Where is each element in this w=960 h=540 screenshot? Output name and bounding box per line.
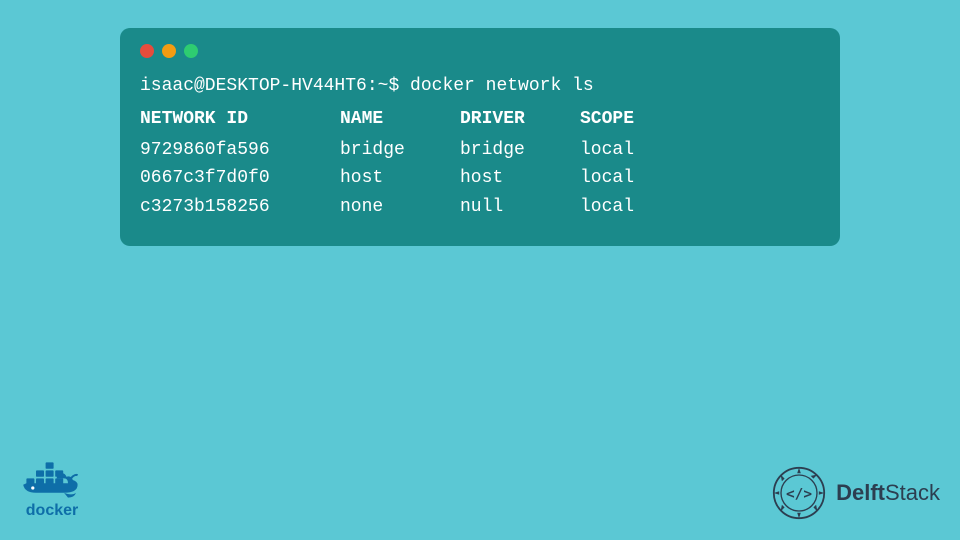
- row3-driver: null: [460, 193, 580, 222]
- row2-driver: host: [460, 164, 580, 193]
- terminal-window: isaac@DESKTOP-HV44HT6:~$ docker network …: [120, 28, 840, 246]
- delftstack-bold-text: DelftStack: [836, 480, 940, 505]
- command-line: isaac@DESKTOP-HV44HT6:~$ docker network …: [140, 72, 820, 101]
- docker-whale-icon: [20, 456, 84, 500]
- delftstack-text-block: DelftStack: [836, 480, 940, 506]
- svg-text:</>: </>: [786, 486, 812, 502]
- table-row-3: c3273b158256 none null local: [140, 193, 820, 222]
- minimize-dot: [162, 44, 176, 58]
- table-row-2: 0667c3f7d0f0 host host local: [140, 164, 820, 193]
- header-name: NAME: [340, 105, 460, 134]
- docker-branding: docker: [20, 456, 84, 520]
- title-bar: [140, 44, 820, 58]
- row2-name: host: [340, 164, 460, 193]
- delftstack-branding: </> DelftStack: [772, 466, 940, 520]
- table-header-row: NETWORK ID NAME DRIVER SCOPE: [140, 105, 820, 134]
- docker-label: docker: [26, 502, 78, 520]
- terminal-content: isaac@DESKTOP-HV44HT6:~$ docker network …: [140, 72, 820, 222]
- row3-name: none: [340, 193, 460, 222]
- close-dot: [140, 44, 154, 58]
- delftstack-emblem-icon: </>: [772, 466, 826, 520]
- header-driver: DRIVER: [460, 105, 580, 134]
- row3-id: c3273b158256: [140, 193, 340, 222]
- row2-scope: local: [580, 164, 634, 193]
- maximize-dot: [184, 44, 198, 58]
- row1-scope: local: [580, 136, 634, 165]
- row1-id: 9729860fa596: [140, 136, 340, 165]
- table-row-1: 9729860fa596 bridge bridge local: [140, 136, 820, 165]
- header-network-id: NETWORK ID: [140, 105, 340, 134]
- row2-id: 0667c3f7d0f0: [140, 164, 340, 193]
- row1-name: bridge: [340, 136, 460, 165]
- row1-driver: bridge: [460, 136, 580, 165]
- header-scope: SCOPE: [580, 105, 634, 134]
- row3-scope: local: [580, 193, 634, 222]
